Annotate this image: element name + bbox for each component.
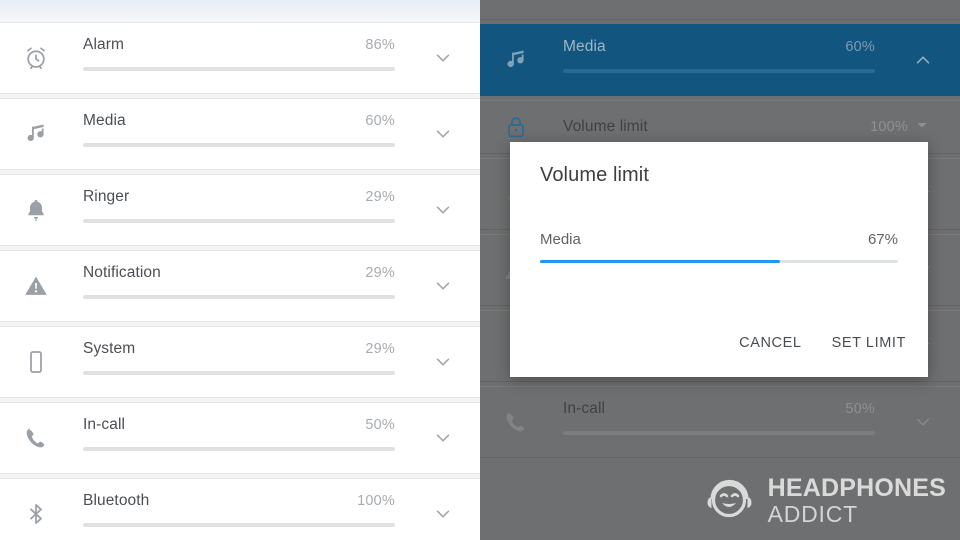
bluetooth-icon [18,496,54,532]
volume-slider[interactable] [563,431,875,435]
chevron-down-icon[interactable] [430,197,456,223]
volume-row-percent: 86% [365,37,395,53]
volume-slider[interactable] [83,67,395,71]
volume-slider[interactable] [83,143,395,147]
volume-slider[interactable] [83,295,395,299]
volume-row-label: Media [83,112,126,129]
volume-row-percent: 29% [365,189,395,205]
dialog-title: Volume limit [540,164,650,186]
volume-slider[interactable] [83,523,395,527]
volume-slider[interactable] [563,69,875,73]
volume-row-label: Media [563,38,606,55]
volume-row[interactable]: Notification 29% [0,250,480,322]
volume-slider[interactable] [83,371,395,375]
volume-row-percent: 60% [845,39,875,55]
set-limit-button[interactable]: SET LIMIT [830,331,908,355]
volume-row[interactable]: Media 60% [480,24,960,96]
volume-row[interactable]: Alarm 86% [0,22,480,94]
call-icon [498,404,534,440]
alarm-clock-icon [498,0,534,2]
volume-row[interactable]: Ringer 29% [0,174,480,246]
chevron-down-icon[interactable] [430,425,456,451]
chevron-down-icon[interactable] [910,409,936,435]
headphones-smiley-logo-icon [702,473,758,528]
dialog-slider-fill [540,260,780,263]
bell-icon [18,192,54,228]
volume-row-label: Notification [83,264,161,281]
volume-row-percent: 50% [845,401,875,417]
chevron-down-icon[interactable] [430,273,456,299]
watermark-line1: HEADPHONES [767,473,946,502]
volume-row-percent: 29% [365,265,395,281]
alarm-clock-icon [18,40,54,76]
dialog-volume-slider[interactable] [540,260,898,263]
chevron-down-icon[interactable] [430,45,456,71]
volume-row-label: In-call [83,416,126,433]
watermark: HEADPHONES ADDICT [702,473,946,528]
chevron-down-icon[interactable] [430,121,456,147]
volume-slider[interactable] [83,447,395,451]
dialog-slider-percent: 67% [867,231,898,248]
volume-limit-percent: 100% [870,119,908,135]
volume-row-list: Alarm 86% Media 60% Ringer 29% Notification 29%… [0,22,480,540]
volume-row[interactable]: Alarm86% [480,0,960,20]
volume-row[interactable]: In-call 50% [0,402,480,474]
dialog-actions: CANCEL SET LIMIT [737,331,908,355]
volume-row-label: Bluetooth [83,492,150,509]
volume-slider[interactable] [83,219,395,223]
volume-row-label: System [83,340,136,357]
chevron-down-icon[interactable] [430,501,456,527]
phone-device-icon [18,344,54,380]
volume-row-percent: 100% [357,493,395,509]
warning-icon [18,268,54,304]
chevron-up-icon[interactable] [910,47,936,73]
volume-row-label: In-call [563,400,606,417]
watermark-text: HEADPHONES ADDICT [767,473,946,527]
volume-row-label: Ringer [83,188,130,205]
caret-down-icon[interactable] [916,118,928,136]
volume-row[interactable]: Bluetooth 100% [0,478,480,540]
volume-row-label: Alarm [83,36,124,53]
volume-row-percent: 50% [365,417,395,433]
call-icon [18,420,54,456]
status-bar-strip [0,0,480,22]
cancel-button[interactable]: CANCEL [737,331,803,355]
volume-limit-label: Volume limit [563,118,648,135]
watermark-line2: ADDICT [767,500,858,527]
volume-limit-dialog: Volume limit Media 67% CANCEL SET LIMIT [510,142,928,377]
volume-row-percent: 29% [365,341,395,357]
lock-icon [498,109,534,145]
music-note-icon [18,116,54,152]
chevron-down-icon[interactable] [430,349,456,375]
music-note-icon [498,42,534,78]
volume-row-percent: 60% [365,113,395,129]
left-volume-panel: Alarm 86% Media 60% Ringer 29% Notification 29%… [0,0,480,540]
right-volume-panel-with-dialog: Alarm86%Media60%Volume limit100%Ringer29… [480,0,960,540]
volume-row[interactable]: Media 60% [0,98,480,170]
volume-row[interactable]: In-call 50% [480,386,960,458]
dialog-slider-label: Media [540,231,581,248]
volume-row[interactable]: System 29% [0,326,480,398]
screenshot-root: Alarm 86% Media 60% Ringer 29% Notification 29%… [0,0,960,540]
